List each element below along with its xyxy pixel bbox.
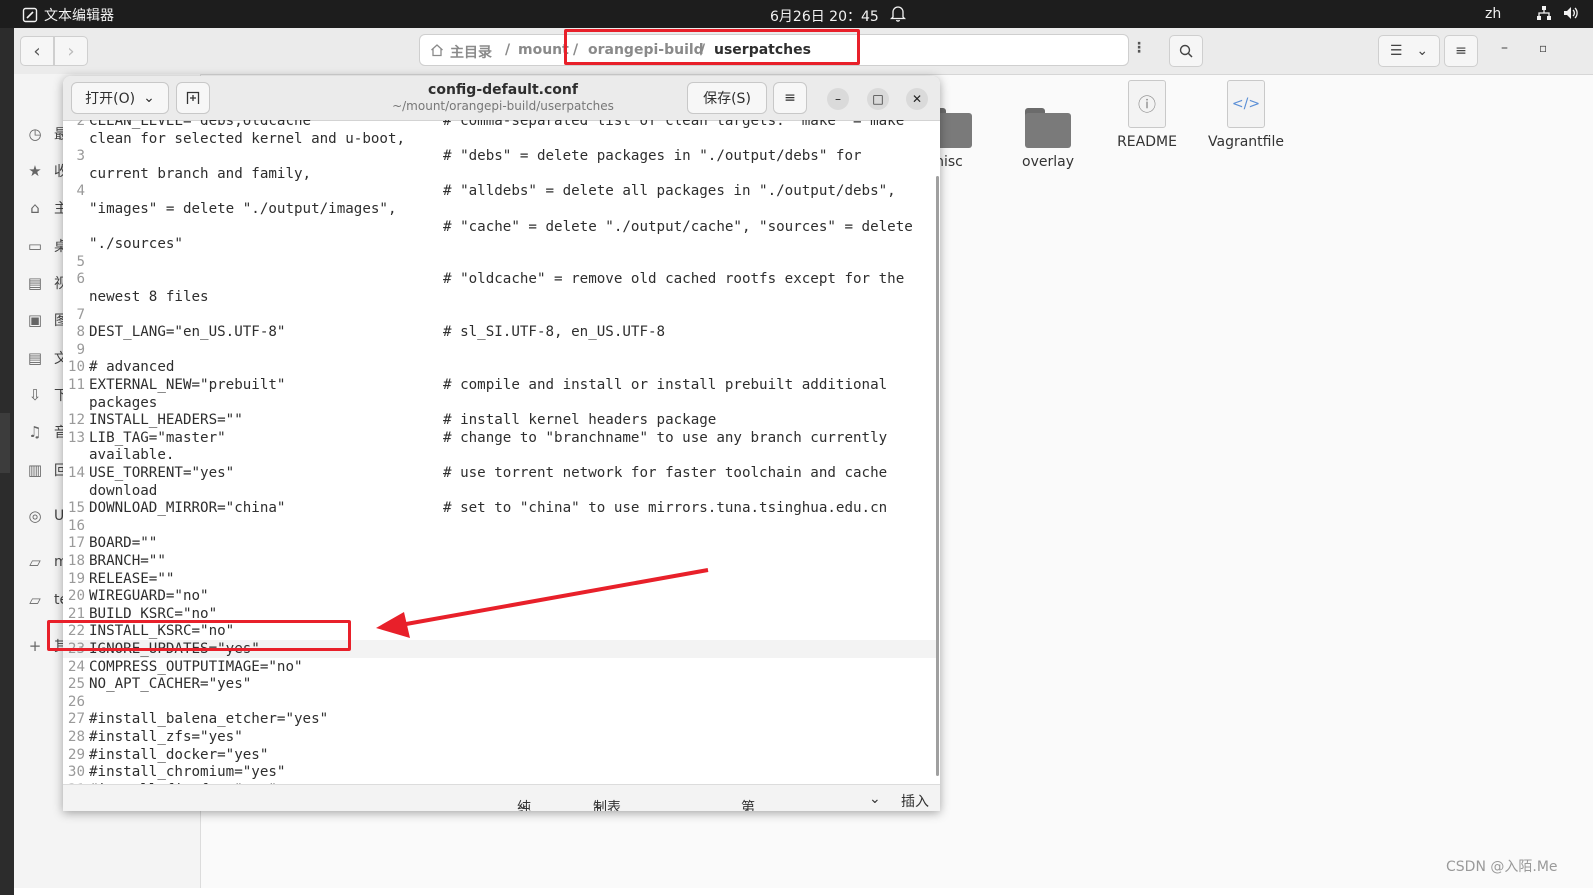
watermark: CSDN @入陌.Me: [1446, 859, 1558, 875]
annotation-arrow: [376, 568, 709, 638]
